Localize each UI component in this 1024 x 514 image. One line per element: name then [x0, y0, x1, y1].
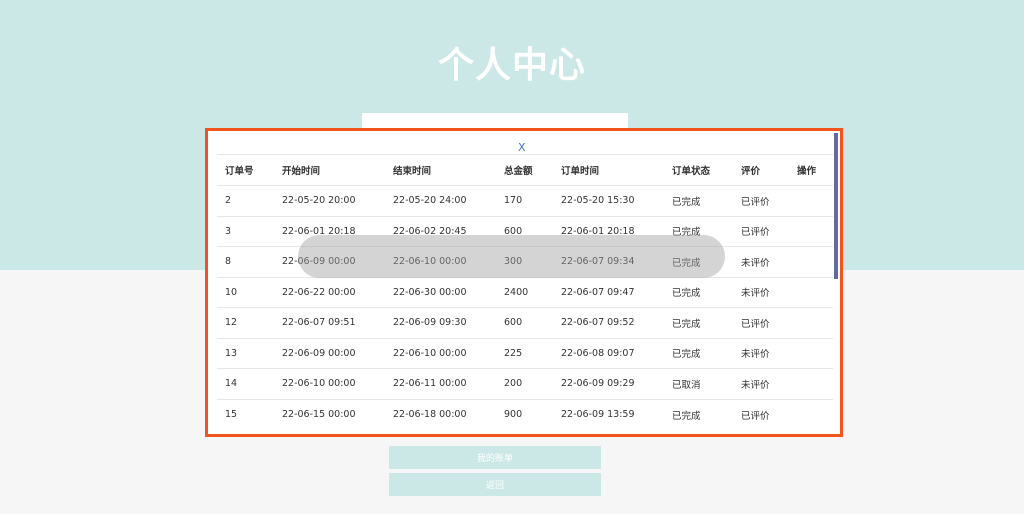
end-time: 22-06-30 00:00	[385, 276, 496, 308]
order-time: 22-06-07 09:47	[553, 276, 664, 308]
end-time: 22-06-11 00:00	[385, 368, 496, 399]
review-status: 未评价	[733, 337, 789, 369]
action-cell	[789, 246, 833, 277]
order-id: 3	[217, 215, 274, 247]
close-button[interactable]: X	[518, 141, 526, 154]
total-amount: 600	[496, 307, 553, 338]
review-status: 未评价	[733, 276, 789, 308]
column-header: 结束时间	[385, 154, 496, 186]
back-button[interactable]: 返回	[389, 473, 601, 496]
action-cell	[789, 276, 833, 308]
column-header: 订单号	[217, 154, 274, 186]
review-status: 已评价	[733, 398, 789, 430]
order-id: 14	[217, 368, 274, 399]
action-cell	[789, 337, 833, 369]
order-time: 22-06-07 09:52	[553, 307, 664, 338]
order-id: 12	[217, 307, 274, 338]
order-id: 13	[217, 337, 274, 369]
order-time: 22-06-09 09:29	[553, 368, 664, 399]
action-cell	[789, 368, 833, 399]
table-row: 14 22-06-10 00:00 22-06-11 00:00 200 22-…	[217, 368, 833, 399]
order-id: 10	[217, 276, 274, 308]
end-time: 22-06-18 00:00	[385, 398, 496, 430]
order-time: 22-06-08 09:07	[553, 337, 664, 369]
order-id: 2	[217, 185, 274, 216]
column-header: 订单时间	[553, 154, 664, 186]
total-amount: 2400	[496, 276, 553, 308]
order-status: 已完成	[664, 398, 733, 430]
table-row: 13 22-06-09 00:00 22-06-10 00:00 225 22-…	[217, 337, 833, 369]
order-status: 已取消	[664, 368, 733, 399]
orders-table: 订单号 开始时间 结束时间 总金额 订单时间 订单状态 评价 操作 2 22-0…	[217, 154, 833, 430]
total-amount: 225	[496, 337, 553, 369]
action-cell	[789, 185, 833, 216]
table-row: 10 22-06-22 00:00 22-06-30 00:00 2400 22…	[217, 276, 833, 308]
end-time: 22-06-09 09:30	[385, 307, 496, 338]
total-amount: 170	[496, 185, 553, 216]
start-time: 22-06-15 00:00	[274, 398, 385, 430]
watermark-overlay	[298, 235, 725, 278]
start-time: 22-06-22 00:00	[274, 276, 385, 308]
review-status: 已评价	[733, 215, 789, 247]
column-header: 评价	[733, 154, 789, 186]
table-header-row: 订单号 开始时间 结束时间 总金额 订单时间 订单状态 评价 操作	[217, 154, 833, 186]
table-row: 15 22-06-15 00:00 22-06-18 00:00 900 22-…	[217, 398, 833, 430]
column-header: 订单状态	[664, 154, 733, 186]
column-header: 操作	[789, 154, 833, 186]
order-status: 已完成	[664, 276, 733, 308]
column-header: 总金额	[496, 154, 553, 186]
order-time: 22-06-09 13:59	[553, 398, 664, 430]
scrollbar[interactable]	[834, 133, 838, 279]
order-id: 8	[217, 246, 274, 277]
table-row: 2 22-05-20 20:00 22-05-20 24:00 170 22-0…	[217, 185, 833, 216]
order-id: 15	[217, 398, 274, 430]
action-cell	[789, 307, 833, 338]
review-status: 未评价	[733, 246, 789, 277]
start-time: 22-06-07 09:51	[274, 307, 385, 338]
order-status: 已完成	[664, 185, 733, 216]
table-row: 12 22-06-07 09:51 22-06-09 09:30 600 22-…	[217, 307, 833, 338]
end-time: 22-06-10 00:00	[385, 337, 496, 369]
my-orders-button[interactable]: 我的账单	[389, 446, 601, 469]
total-amount: 200	[496, 368, 553, 399]
action-cell	[789, 215, 833, 247]
order-status: 已完成	[664, 307, 733, 338]
order-time: 22-05-20 15:30	[553, 185, 664, 216]
start-time: 22-06-10 00:00	[274, 368, 385, 399]
review-status: 已评价	[733, 185, 789, 216]
end-time: 22-05-20 24:00	[385, 185, 496, 216]
column-header: 开始时间	[274, 154, 385, 186]
orders-modal: X 订单号 开始时间 结束时间 总金额 订单时间 订单状态 评价 操作 2 22…	[205, 128, 843, 437]
start-time: 22-06-09 00:00	[274, 337, 385, 369]
review-status: 未评价	[733, 368, 789, 399]
action-cell	[789, 398, 833, 430]
review-status: 已评价	[733, 307, 789, 338]
page-title: 个人中心	[437, 45, 586, 86]
start-time: 22-05-20 20:00	[274, 185, 385, 216]
order-status: 已完成	[664, 337, 733, 369]
total-amount: 900	[496, 398, 553, 430]
